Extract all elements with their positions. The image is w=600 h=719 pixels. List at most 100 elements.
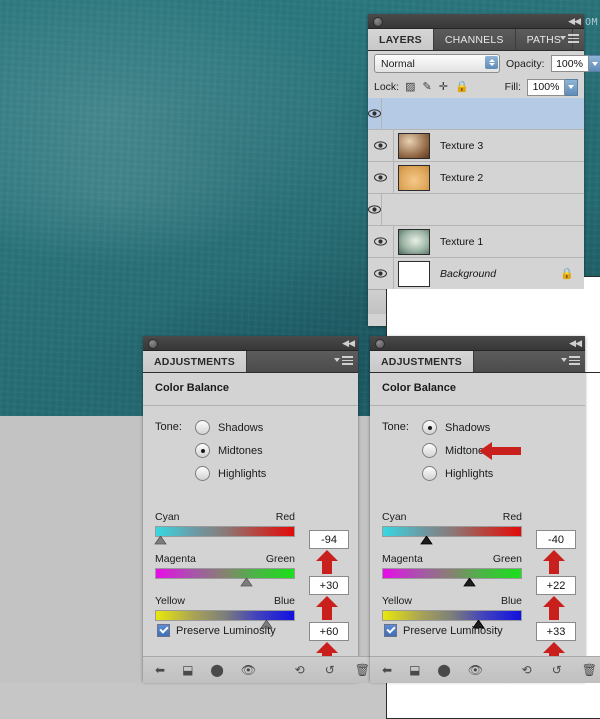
slider-track[interactable] <box>155 610 295 621</box>
clip-to-layer-icon[interactable]: ⬓ <box>409 664 420 676</box>
fill-dropdown-icon[interactable] <box>565 79 578 96</box>
radio-shadows[interactable]: Shadows <box>195 420 266 435</box>
layer-thumbnail-texture-2[interactable] <box>398 165 430 191</box>
view-previous-state-icon[interactable]: ⟲ <box>522 664 532 676</box>
lock-position-move-icon[interactable]: ✛ <box>439 82 448 93</box>
return-to-list-icon[interactable]: ⬅ <box>382 664 392 676</box>
callout-arrow-up-icon <box>314 549 340 583</box>
opacity-value[interactable]: 100% <box>551 55 589 72</box>
slider-track[interactable] <box>155 526 295 537</box>
collapse-panel-icon[interactable]: ◀◀ <box>342 338 354 348</box>
table-row[interactable]: Texture 1 <box>368 226 584 258</box>
adjustments-left-titlebar[interactable]: ◀◀ <box>143 336 358 351</box>
slider-track[interactable] <box>382 526 522 537</box>
blend-mode-select[interactable]: Normal <box>374 54 500 73</box>
layer-visibility-toggle[interactable] <box>368 194 382 225</box>
slider-track[interactable] <box>382 610 522 621</box>
toggle-layer-mask-icon[interactable]: ⬤ <box>437 664 450 676</box>
slider-knob[interactable] <box>240 578 253 587</box>
layer-name[interactable]: Texture 1 <box>440 236 483 248</box>
callout-arrow-left-icon <box>478 441 522 466</box>
reset-icon[interactable]: ↺ <box>325 664 335 676</box>
preserve-luminosity-label: Preserve Luminosity <box>403 625 503 637</box>
radio-highlights[interactable]: Highlights <box>422 466 493 481</box>
layer-thumbnail-background[interactable] <box>398 261 430 287</box>
panel-close-dot-icon[interactable] <box>373 17 383 27</box>
layers-panel-titlebar[interactable]: ◀◀ <box>368 14 584 29</box>
slider-knob[interactable] <box>420 536 433 545</box>
layer-visibility-toggle[interactable] <box>368 98 382 129</box>
layer-visibility-toggle[interactable] <box>368 258 394 289</box>
tab-layers[interactable]: LAYERS <box>368 29 434 50</box>
adjustments-right-titlebar[interactable]: ◀◀ <box>370 336 585 351</box>
radio-shadows[interactable]: Shadows <box>422 420 493 435</box>
eye-icon <box>368 109 381 118</box>
panel-menu-icon[interactable] <box>561 356 580 365</box>
panel-menu-icon[interactable] <box>334 356 353 365</box>
table-row[interactable]: Texture 3 <box>368 130 584 162</box>
slider-left-label: Yellow <box>155 595 185 607</box>
table-row[interactable]: Texture 2 <box>368 162 584 194</box>
layer-visibility-toggle[interactable] <box>368 226 394 257</box>
return-to-list-icon[interactable]: ⬅ <box>155 664 165 676</box>
radio-midtones[interactable]: Midtones <box>195 443 266 458</box>
tab-adjustments[interactable]: ADJUSTMENTS <box>143 351 247 372</box>
layer-visibility-toggle[interactable] <box>368 130 394 161</box>
slider-right-label: Blue <box>501 595 522 607</box>
table-row[interactable]: 🔗 Levels <box>368 194 584 226</box>
collapse-panel-icon[interactable]: ◀◀ <box>568 16 580 26</box>
layer-thumbnail-texture-1[interactable] <box>398 229 430 255</box>
tab-channels[interactable]: CHANNELS <box>434 29 516 50</box>
toggle-layer-mask-icon[interactable]: ⬤ <box>210 664 223 676</box>
panel-close-dot-icon[interactable] <box>375 339 385 349</box>
lock-all-icon[interactable]: 🔒 <box>455 82 469 93</box>
preview-eye-icon[interactable]: 👁 <box>468 664 483 676</box>
radio-label: Highlights <box>218 468 266 480</box>
adjustments-right-body: Color Balance Tone: Shadows Midtones Hig… <box>370 373 585 683</box>
radio-label: Highlights <box>445 468 493 480</box>
adjustments-left-footer: ⬅ ⬓ ⬤ 👁 ⟲ ↺ 🗑 <box>143 656 382 683</box>
adjustments-panel-left: ◀◀ ADJUSTMENTS Color Balance Tone: Shado… <box>143 336 358 681</box>
opacity-dropdown-icon[interactable] <box>589 55 600 72</box>
slider-track[interactable] <box>155 568 295 579</box>
preview-eye-icon[interactable]: 👁 <box>241 664 256 676</box>
value-cyan-red[interactable]: -40 <box>536 530 576 549</box>
slider-knob[interactable] <box>154 536 167 545</box>
layer-visibility-toggle[interactable] <box>368 162 394 193</box>
reset-icon[interactable]: ↺ <box>552 664 562 676</box>
slider-left-label: Cyan <box>155 511 180 523</box>
layer-thumbnail-texture-3[interactable] <box>398 133 430 159</box>
checkbox-checked-icon[interactable] <box>384 624 397 637</box>
table-row[interactable]: Background 🔒 <box>368 258 584 289</box>
slider-knob[interactable] <box>463 578 476 587</box>
delete-icon[interactable]: 🗑 <box>355 664 370 676</box>
table-row[interactable]: 🔗 Color Balance <box>368 98 584 130</box>
layer-name[interactable]: Background <box>440 268 496 280</box>
tab-adjustments[interactable]: ADJUSTMENTS <box>370 351 474 372</box>
delete-icon[interactable]: 🗑 <box>582 664 597 676</box>
preserve-luminosity-row[interactable]: Preserve Luminosity <box>384 624 503 637</box>
lock-icon: 🔒 <box>560 267 574 280</box>
clip-to-layer-icon[interactable]: ⬓ <box>182 664 193 676</box>
layer-name[interactable]: Texture 3 <box>440 140 483 152</box>
panel-close-dot-icon[interactable] <box>148 339 158 349</box>
callout-arrow-up-icon <box>541 549 567 583</box>
slider-right-label: Green <box>493 553 522 565</box>
slider-right-label: Green <box>266 553 295 565</box>
collapse-panel-icon[interactable]: ◀◀ <box>569 338 581 348</box>
slider-track[interactable] <box>382 568 522 579</box>
value-cyan-red[interactable]: -94 <box>309 530 349 549</box>
adjustments-left-tabs: ADJUSTMENTS <box>143 351 358 373</box>
panel-menu-icon[interactable] <box>560 34 579 43</box>
preserve-luminosity-row[interactable]: Preserve Luminosity <box>157 624 276 637</box>
radio-dot-icon <box>195 466 210 481</box>
checkbox-checked-icon[interactable] <box>157 624 170 637</box>
callout-arrow-up-icon <box>314 595 340 629</box>
blend-mode-stepper-icon[interactable] <box>485 56 498 69</box>
lock-transparent-pixels-icon[interactable]: ▨ <box>405 82 415 93</box>
layer-name[interactable]: Texture 2 <box>440 172 483 184</box>
view-previous-state-icon[interactable]: ⟲ <box>295 664 305 676</box>
radio-highlights[interactable]: Highlights <box>195 466 266 481</box>
fill-value[interactable]: 100% <box>527 79 565 96</box>
lock-image-pixels-brush-icon[interactable]: ✎ <box>423 82 432 93</box>
